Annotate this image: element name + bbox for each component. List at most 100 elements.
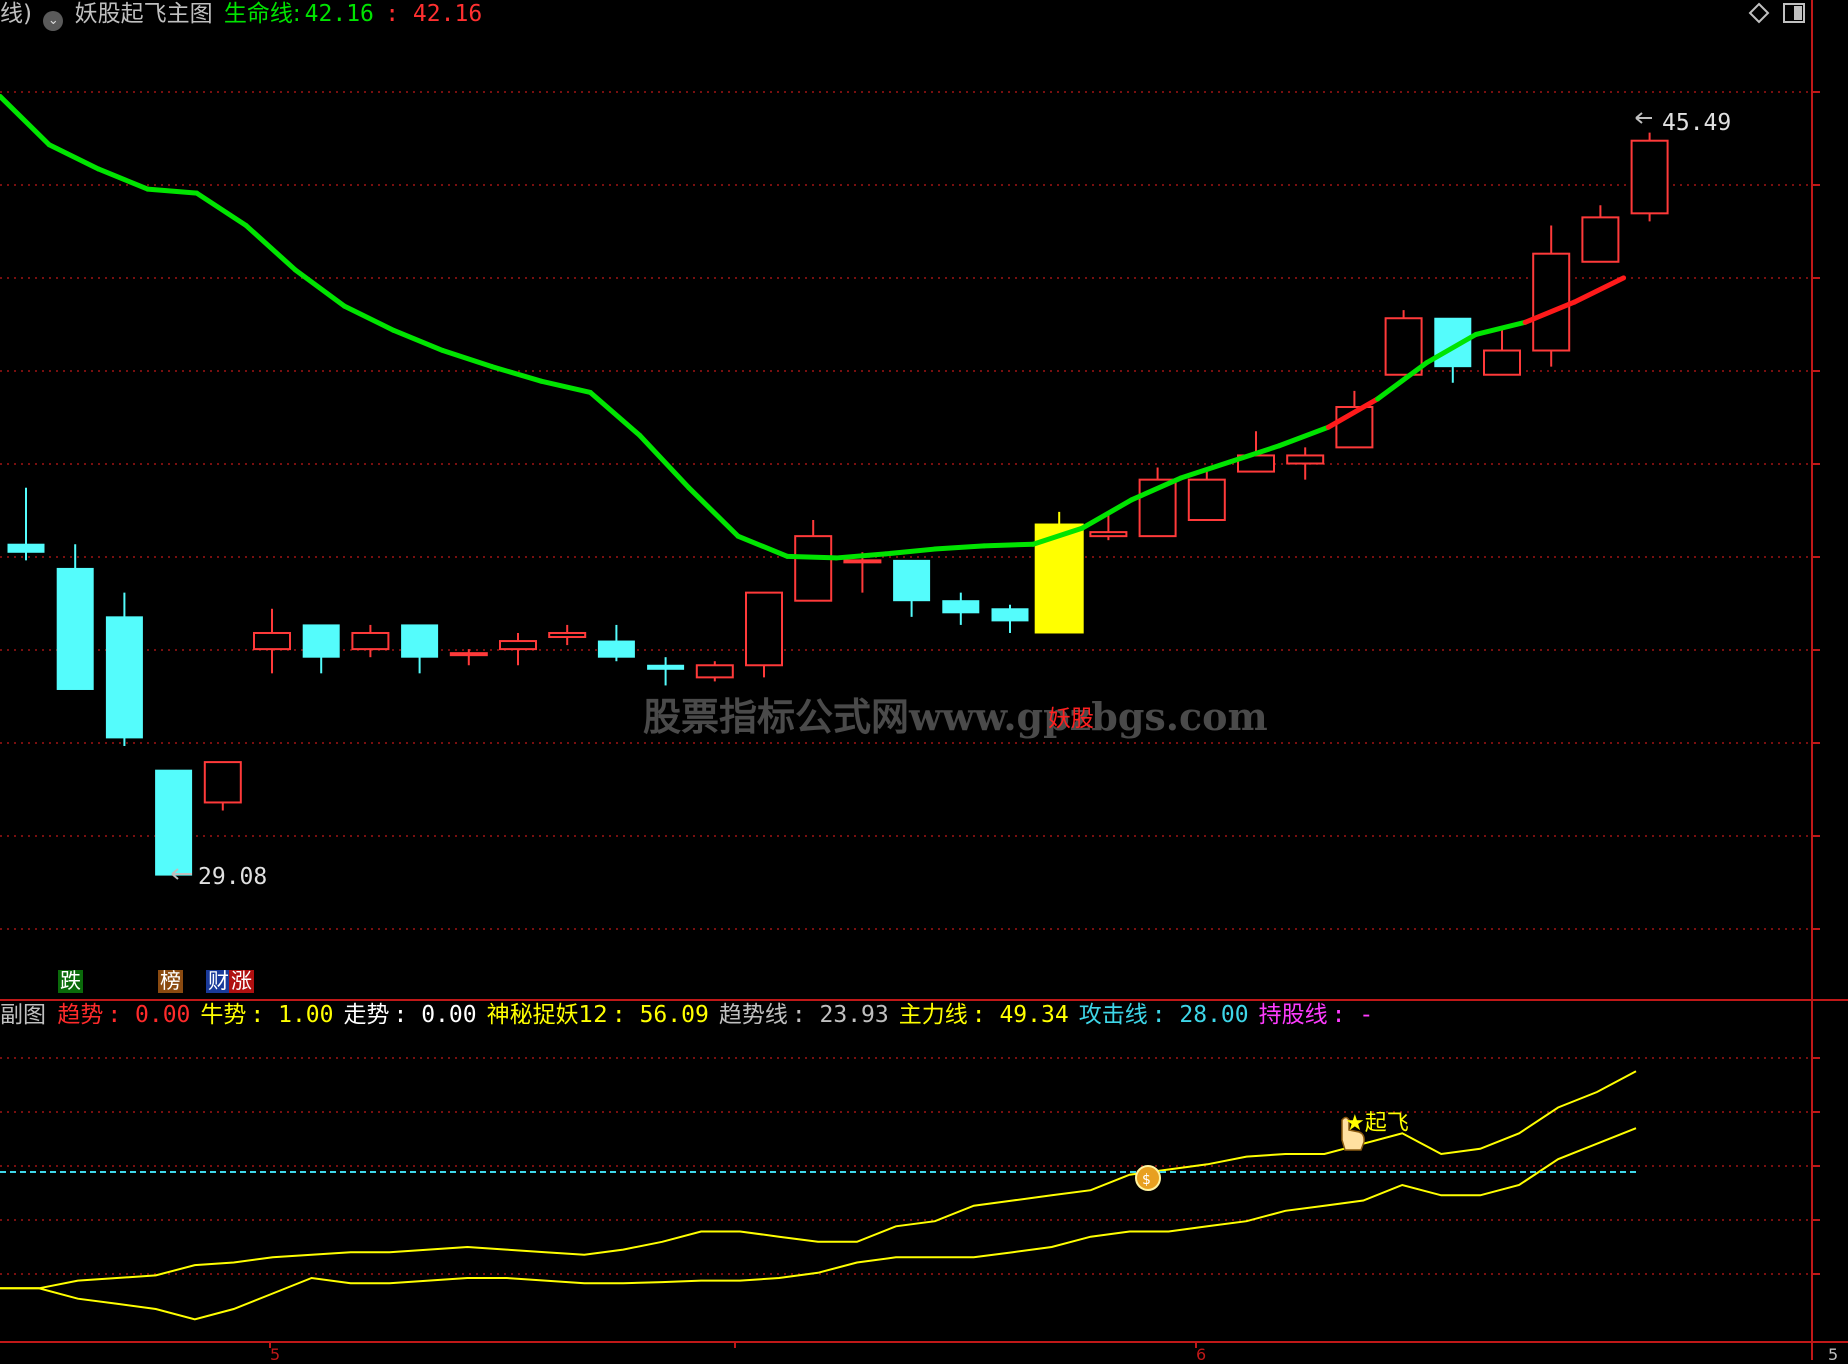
life-line-value-2: : 42.16 bbox=[385, 1, 483, 27]
candlestick-series[interactable] bbox=[7, 132, 1669, 876]
sub-item-value-6: : 28.00 bbox=[1151, 1002, 1249, 1028]
dropdown-icon[interactable]: ⌄ bbox=[43, 11, 64, 31]
life-line-segment bbox=[1079, 497, 1135, 531]
candle-body bbox=[1581, 216, 1620, 263]
candle-body bbox=[893, 559, 931, 602]
life-line-segment bbox=[1571, 275, 1627, 305]
candle-body bbox=[351, 631, 390, 651]
life-line-series bbox=[0, 93, 1627, 561]
life-line-segment bbox=[489, 364, 544, 384]
main-header: 线) ⌄ 妖股起飞主图 生命线: 42.16 : 42.16 bbox=[0, 3, 486, 31]
candle-body bbox=[794, 535, 833, 602]
low-price-label: 29.08 bbox=[198, 864, 268, 890]
life-line-segment bbox=[341, 303, 397, 333]
rise-tag[interactable]: 涨 bbox=[229, 970, 254, 993]
sub-item-value-4: : 23.93 bbox=[791, 1002, 889, 1028]
ranking-tag[interactable]: 榜 bbox=[158, 970, 183, 993]
sub-item-label-6: 攻击线 bbox=[1078, 1002, 1148, 1028]
money-bag-icon: $ bbox=[1135, 1165, 1161, 1191]
x-axis-tick-2: 6 bbox=[1196, 1345, 1207, 1364]
takeoff-label: ★起飞 bbox=[1345, 1111, 1409, 1136]
sub-header: 副图 趋势: 0.00 牛势: 1.00 走势: 0.00 神秘捉妖12: 56.09… bbox=[0, 1004, 1387, 1027]
candle-body bbox=[105, 616, 143, 739]
life-line-segment bbox=[932, 543, 987, 552]
candle-body bbox=[155, 769, 193, 876]
chart-stage: $ 线) ⌄ 妖股起飞主图 生命线: 42.16 : 42.16 45.49 29… bbox=[0, 0, 1848, 1364]
panel-toggle-icon[interactable] bbox=[1782, 2, 1806, 24]
watermark: 股票指标公式网www.gpzbgs.com bbox=[643, 694, 1268, 739]
sub-item-value-0: : 0.00 bbox=[107, 1002, 191, 1028]
sub-item-label-5: 主力线 bbox=[898, 1002, 968, 1028]
candle-body bbox=[1089, 531, 1128, 538]
candle-body bbox=[597, 640, 635, 658]
sub-title[interactable]: 副图 bbox=[0, 1002, 46, 1028]
candle-body bbox=[7, 543, 45, 553]
sub-item-label-4: 趋势线 bbox=[718, 1002, 788, 1028]
sub-item-value-1: : 1.00 bbox=[250, 1002, 334, 1028]
life-line-segment bbox=[883, 546, 938, 557]
candle-body bbox=[203, 761, 242, 804]
sub-item-value-5: : 49.34 bbox=[971, 1002, 1069, 1028]
candle-body bbox=[1384, 317, 1423, 376]
candle-body bbox=[942, 600, 980, 614]
svg-text:$: $ bbox=[1142, 1172, 1151, 1188]
high-marker-arrow bbox=[1635, 112, 1652, 124]
life-line-segment bbox=[145, 186, 200, 196]
life-line-segment bbox=[587, 389, 643, 438]
life-line-segment bbox=[243, 222, 298, 273]
fall-tag[interactable]: 跌 bbox=[58, 970, 83, 993]
life-line-segment bbox=[735, 533, 790, 559]
candle-body bbox=[843, 559, 882, 564]
sub-item-value-2: : 0.00 bbox=[393, 1002, 477, 1028]
sub-item-value-7: : - bbox=[1331, 1002, 1374, 1028]
life-line-segment bbox=[46, 142, 101, 172]
trend-line bbox=[0, 1127, 1637, 1321]
candle-body bbox=[401, 624, 439, 658]
x-axis-tick-1: 5 bbox=[270, 1345, 281, 1364]
candle-body bbox=[745, 591, 783, 667]
main-gridlines bbox=[0, 91, 1812, 930]
candle-body bbox=[253, 631, 291, 651]
sub-item-label-7: 持股线 bbox=[1258, 1002, 1328, 1028]
period-suffix: 线) bbox=[0, 1, 32, 27]
main-force-line bbox=[0, 1070, 1637, 1290]
life-line-segment bbox=[95, 166, 151, 192]
life-line-segment bbox=[1473, 319, 1528, 337]
x-axis-tick-3: 5 bbox=[1828, 1345, 1839, 1364]
sub-item-label-2: 走势 bbox=[343, 1002, 390, 1028]
life-line-segment bbox=[391, 327, 446, 354]
candle-body bbox=[1483, 349, 1521, 376]
candle-body bbox=[647, 664, 685, 670]
life-line-segment bbox=[637, 432, 692, 491]
sub-indicator-series bbox=[0, 1070, 1637, 1321]
sub-item-label-0: 趋势 bbox=[57, 1002, 104, 1028]
candle-body bbox=[1630, 139, 1669, 215]
candle-body bbox=[548, 631, 587, 639]
indicator-name[interactable]: 妖股起飞主图 bbox=[75, 1, 213, 27]
life-line-segment bbox=[833, 551, 889, 561]
candle-body bbox=[1532, 252, 1571, 352]
life-line-segment bbox=[981, 541, 1036, 549]
diamond-icon[interactable] bbox=[1748, 2, 1770, 24]
candle-body bbox=[499, 640, 537, 651]
life-line-segment bbox=[784, 553, 839, 561]
candle-body bbox=[695, 664, 734, 679]
life-line-segment bbox=[194, 190, 249, 228]
finance-tag[interactable]: 财 bbox=[206, 970, 231, 993]
demon-stock-signal-label: 妖股 bbox=[1048, 706, 1094, 732]
life-line-segment bbox=[538, 378, 593, 395]
sub-item-label-3: 神秘捉妖12 bbox=[486, 1002, 608, 1028]
candle-body bbox=[991, 608, 1029, 622]
candle-body bbox=[1286, 454, 1325, 465]
life-line-value: 42.16 bbox=[304, 1, 374, 27]
sub-item-value-3: : 56.09 bbox=[611, 1002, 709, 1028]
stock-chart-canvas[interactable]: $ bbox=[0, 0, 1848, 1360]
life-line-segment bbox=[686, 485, 741, 539]
life-line-segment bbox=[440, 348, 495, 370]
sub-item-label-1: 牛势 bbox=[200, 1002, 247, 1028]
life-line-segment bbox=[1276, 424, 1331, 449]
sub-gridlines bbox=[0, 1057, 1812, 1348]
life-line-segment bbox=[0, 93, 52, 148]
candle-body bbox=[1187, 478, 1226, 521]
high-price-label: 45.49 bbox=[1662, 110, 1732, 136]
